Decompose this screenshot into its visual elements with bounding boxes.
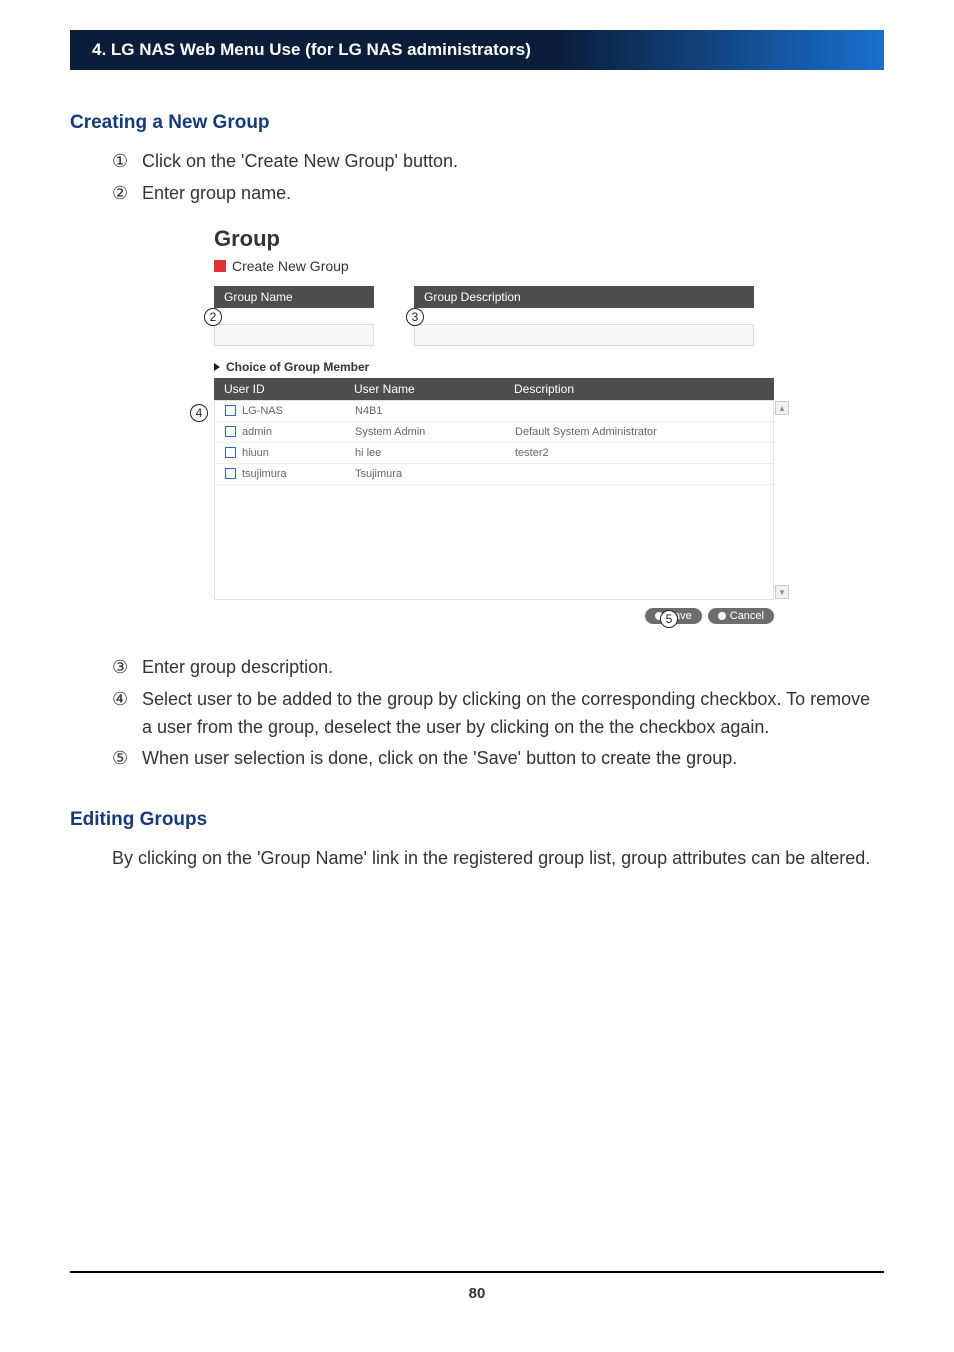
cell-description (505, 401, 773, 421)
cell-user-name: System Admin (345, 422, 505, 442)
dialog-subtitle: Create New Group (214, 258, 774, 274)
step-number: ③ (112, 654, 142, 682)
group-description-label: Group Description (414, 286, 754, 308)
col-header-description: Description (504, 378, 774, 400)
group-name-input[interactable] (214, 324, 374, 346)
cell-user-name: hi lee (345, 443, 505, 463)
table-header: User ID User Name Description (214, 378, 774, 400)
step-item: ③ Enter group description. (112, 654, 884, 682)
table-row: admin System Admin Default System Admini… (215, 422, 773, 443)
page-number: 80 (469, 1285, 486, 1302)
cell-description (505, 464, 773, 484)
cell-user-name: Tsujimura (345, 464, 505, 484)
choice-label: Choice of Group Member (226, 360, 369, 374)
row-checkbox[interactable] (225, 405, 236, 416)
cancel-bullet-icon (718, 612, 726, 620)
group-dialog-screenshot: Group Create New Group Group Name Group … (214, 226, 774, 624)
step-item: ④ Select user to be added to the group b… (112, 686, 884, 742)
step-number: ④ (112, 686, 142, 742)
cell-user-id: hiuun (242, 447, 269, 459)
section-title-editing: Editing Groups (70, 809, 884, 831)
square-bullet-icon (214, 260, 226, 272)
annotation-circle-3: 3 (406, 308, 424, 326)
step-item: ⑤ When user selection is done, click on … (112, 745, 884, 773)
steps-list-a: ① Click on the 'Create New Group' button… (70, 148, 884, 208)
cell-user-id: admin (242, 426, 272, 438)
step-text: Click on the 'Create New Group' button. (142, 148, 884, 176)
step-number: ⑤ (112, 745, 142, 773)
triangle-bullet-icon (214, 363, 220, 371)
chapter-header: 4. LG NAS Web Menu Use (for LG NAS admin… (70, 30, 884, 70)
step-item: ① Click on the 'Create New Group' button… (112, 148, 884, 176)
annotation-circle-4: 4 (190, 404, 208, 422)
choice-of-group-member-header: Choice of Group Member (214, 360, 774, 374)
col-header-user-id: User ID (214, 378, 344, 400)
annotation-circle-5: 5 (660, 610, 678, 628)
section-title-creating: Creating a New Group (70, 112, 884, 134)
group-name-label: Group Name (214, 286, 374, 308)
col-header-user-name: User Name (344, 378, 504, 400)
cancel-label: Cancel (730, 610, 764, 622)
dialog-title: Group (214, 226, 774, 252)
step-number: ② (112, 180, 142, 208)
cell-description: tester2 (505, 443, 773, 463)
row-checkbox[interactable] (225, 426, 236, 437)
table-row: LG-NAS N4B1 (215, 401, 773, 422)
step-text: Enter group name. (142, 180, 884, 208)
table-row: tsujimura Tsujimura (215, 464, 773, 485)
dialog-subtitle-text: Create New Group (232, 258, 349, 274)
page-footer: 80 (70, 1271, 884, 1302)
scroll-down-button[interactable]: ▾ (775, 585, 789, 599)
scroll-up-button[interactable]: ▴ (775, 401, 789, 415)
row-checkbox[interactable] (225, 468, 236, 479)
cell-user-id: tsujimura (242, 468, 287, 480)
group-description-input[interactable] (414, 324, 754, 346)
cell-user-id: LG-NAS (242, 405, 283, 417)
step-text: Enter group description. (142, 654, 884, 682)
row-checkbox[interactable] (225, 447, 236, 458)
editing-paragraph: By clicking on the 'Group Name' link in … (70, 845, 884, 873)
annotation-circle-2: 2 (204, 308, 222, 326)
steps-list-b: ③ Enter group description. ④ Select user… (70, 654, 884, 774)
step-text: When user selection is done, click on th… (142, 745, 884, 773)
step-text: Select user to be added to the group by … (142, 686, 884, 742)
group-member-table: 4 User ID User Name Description LG-NAS N… (214, 378, 774, 600)
table-body: LG-NAS N4B1 admin System Admin Default S… (214, 400, 774, 600)
cell-description: Default System Administrator (505, 422, 773, 442)
step-number: ① (112, 148, 142, 176)
step-item: ② Enter group name. (112, 180, 884, 208)
table-row: hiuun hi lee tester2 (215, 443, 773, 464)
cell-user-name: N4B1 (345, 401, 505, 421)
cancel-button[interactable]: Cancel (708, 608, 774, 624)
